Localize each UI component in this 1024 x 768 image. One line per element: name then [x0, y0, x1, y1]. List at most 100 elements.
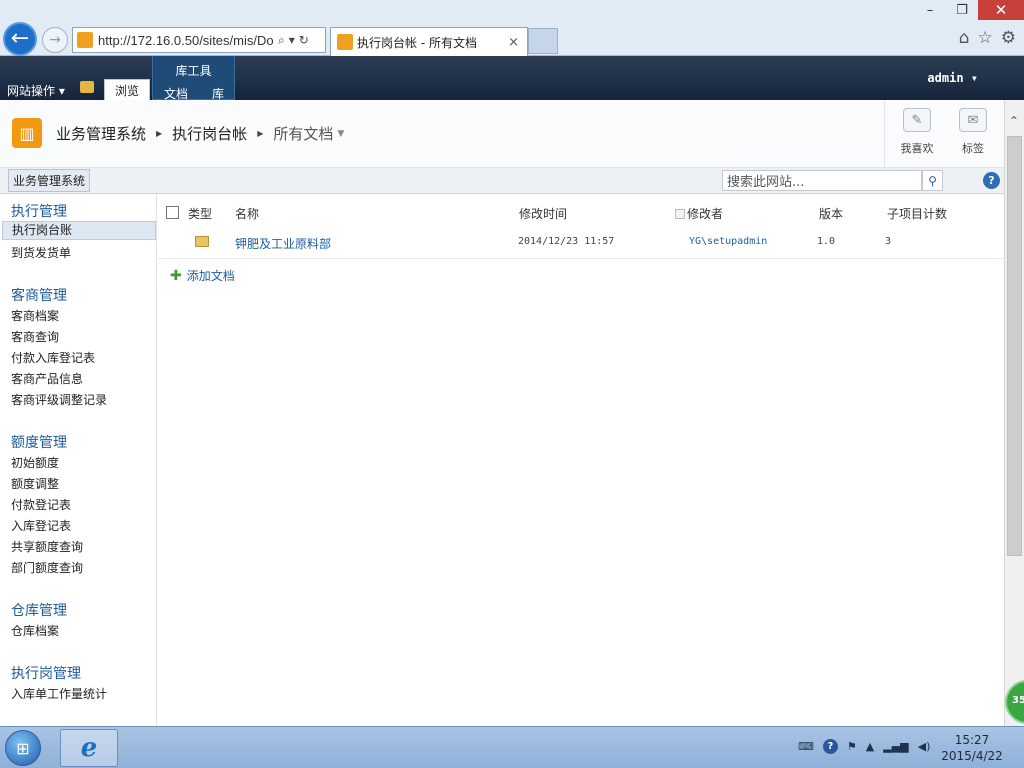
column-header-name[interactable]: 名称	[235, 205, 259, 222]
ql-item-execution-ledger[interactable]: 执行岗台账	[2, 221, 156, 240]
ql-item-rating-adjustments[interactable]: 客商评级调整记录	[11, 391, 107, 408]
ql-item-quota-adjust[interactable]: 额度调整	[11, 475, 59, 492]
scrollbar-thumb[interactable]	[1007, 136, 1022, 556]
refresh-icon[interactable]: ↻	[299, 33, 309, 48]
vertical-scrollbar[interactable]: ⌃	[1004, 100, 1024, 726]
scroll-up-icon[interactable]: ⌃	[1009, 114, 1019, 128]
clock-date: 2015/4/22	[941, 749, 1003, 763]
ql-heading-merchants[interactable]: 客商管理	[11, 285, 67, 305]
sharepoint-ribbon: 网站操作 ▾ 浏览 库工具 文档 库 admin ▾	[0, 56, 1024, 101]
ql-item-delivery-note[interactable]: 到货发货单	[11, 244, 71, 261]
i-like-it-label: 我喜欢	[900, 142, 934, 155]
forward-button[interactable]: →	[42, 27, 68, 53]
ql-heading-warehouse[interactable]: 仓库管理	[11, 600, 67, 620]
ie-taskbar-button[interactable]: e	[60, 729, 118, 767]
window-controls: – ❐ ✕	[914, 0, 1024, 20]
settings-gear-icon[interactable]: ⚙	[1001, 28, 1016, 48]
add-document-label: 添加文档	[186, 269, 235, 283]
volume-icon[interactable]: ◀)	[918, 740, 931, 753]
folder-icon	[195, 236, 209, 247]
browser-toolbar: – ❐ ✕ ← → http://172.16.0.50/sites/mis/D…	[0, 0, 1024, 56]
restore-button[interactable]: ❐	[946, 0, 978, 20]
favorites-star-icon[interactable]: ☆	[978, 28, 993, 48]
ql-item-merchant-query[interactable]: 客商查询	[11, 328, 59, 345]
address-text[interactable]: http://172.16.0.50/sites/mis/Do	[98, 33, 274, 48]
tray-flag-icon[interactable]: ⚑	[847, 740, 857, 753]
search-icon[interactable]: ⌕	[278, 33, 285, 48]
ql-item-payment-log[interactable]: 付款登记表	[11, 496, 71, 513]
show-hidden-icons-icon[interactable]: ▲	[866, 740, 874, 753]
back-button[interactable]: ←	[3, 22, 37, 56]
document-list: 类型 名称 修改时间 修改者 版本 子项目计数 钾肥及工业原料部 2014/12…	[158, 194, 1004, 726]
column-header-child-count[interactable]: 子项目计数	[887, 205, 947, 222]
address-bar[interactable]: http://172.16.0.50/sites/mis/Do ⌕ ▾ ↻	[72, 27, 326, 53]
library-tools-label: 库工具	[175, 64, 212, 78]
ql-item-merchant-archive[interactable]: 客商档案	[11, 307, 59, 324]
breadcrumb-list[interactable]: 执行岗台帐	[172, 123, 247, 144]
navigate-up-icon[interactable]	[80, 81, 94, 93]
system-clock[interactable]: 15:27 2015/4/22	[934, 732, 1010, 764]
ql-item-shared-quota[interactable]: 共享额度查询	[11, 538, 83, 555]
site-actions-menu[interactable]: 网站操作 ▾	[7, 82, 65, 99]
add-document-link[interactable]: ✚ 添加文档	[170, 267, 235, 284]
plus-icon: ✚	[170, 267, 182, 284]
column-header-type[interactable]: 类型	[188, 205, 212, 222]
search-icon: ⚲	[928, 173, 937, 188]
top-navigation: 业务管理系统 搜索此网站... ⚲ ?	[0, 168, 1004, 194]
ql-heading-execution[interactable]: 执行管理	[11, 201, 67, 221]
system-tray: ⌨ ? ⚑ ▲ ▂▄▆ ◀)	[798, 739, 930, 754]
internet-explorer-icon: e	[80, 733, 98, 763]
start-button[interactable]: ⊞	[5, 730, 41, 766]
ql-item-workload-stats[interactable]: 入库单工作量统计	[11, 685, 107, 702]
site-favicon-icon	[77, 32, 93, 48]
arrow-left-icon: ←	[10, 26, 30, 51]
view-dropdown-icon[interactable]: ▼	[337, 129, 344, 139]
table-row[interactable]: 钾肥及工业原料部 2014/12/23 11:57 YG\setupadmin …	[158, 227, 1004, 259]
help-tray-icon[interactable]: ?	[822, 739, 838, 754]
ql-item-merchant-products[interactable]: 客商产品信息	[11, 370, 83, 387]
taskbar: ⊞ e ⌨ ? ⚑ ▲ ▂▄▆ ◀) 15:27 2015/4/22	[0, 726, 1024, 768]
search-input[interactable]: 搜索此网站...	[722, 170, 922, 191]
ql-item-payment-register[interactable]: 付款入库登记表	[11, 349, 95, 366]
windows-logo-icon: ⊞	[16, 738, 30, 758]
home-icon[interactable]: ⌂	[959, 28, 970, 48]
browser-tab-active[interactable]: 执行岗台帐 - 所有文档 ×	[330, 27, 528, 56]
row-child-count: 3	[885, 236, 892, 247]
row-version: 1.0	[817, 236, 836, 247]
new-tab-button[interactable]	[528, 28, 558, 54]
breadcrumb-site[interactable]: 业务管理系统	[56, 123, 146, 144]
ql-heading-execution-post[interactable]: 执行岗管理	[11, 663, 81, 683]
ql-item-dept-quota[interactable]: 部门额度查询	[11, 559, 83, 576]
title-area: ▥ 业务管理系统 ▶ 执行岗台帐 ▶ 所有文档 ▼ ✎ 我喜欢 ✉ 标签	[0, 100, 1004, 168]
tab-browse[interactable]: 浏览	[104, 79, 150, 100]
user-menu[interactable]: admin ▾	[927, 71, 978, 85]
library-tools-group: 库工具 文档 库	[152, 56, 235, 101]
site-logo-icon[interactable]: ▥	[12, 118, 42, 148]
search-button[interactable]: ⚲	[922, 170, 943, 191]
keyboard-icon[interactable]: ⌨	[798, 740, 814, 753]
row-modified: 2014/12/23 11:57	[518, 236, 615, 247]
select-all-checkbox[interactable]	[166, 206, 179, 219]
tags-notes-button[interactable]: ✉ 标签	[945, 108, 1001, 156]
minimize-button[interactable]: –	[914, 0, 946, 20]
row-name-link[interactable]: 钾肥及工业原料部	[235, 235, 331, 252]
row-modified-by-link[interactable]: YG\setupadmin	[689, 236, 767, 247]
ql-item-initial-quota[interactable]: 初始额度	[11, 454, 59, 471]
dropdown-icon[interactable]: ▾	[289, 33, 295, 48]
column-header-modified-by[interactable]: 修改者	[675, 205, 723, 222]
column-header-version[interactable]: 版本	[819, 205, 843, 222]
tags-label: 标签	[962, 142, 984, 155]
help-icon[interactable]: ?	[983, 172, 1000, 189]
ql-item-warehouse-archive[interactable]: 仓库档案	[11, 622, 59, 639]
clock-time: 15:27	[954, 733, 990, 747]
topnav-home-link[interactable]: 业务管理系统	[8, 169, 91, 192]
breadcrumb-view[interactable]: 所有文档	[273, 123, 333, 144]
close-window-button[interactable]: ✕	[978, 0, 1024, 20]
i-like-it-button[interactable]: ✎ 我喜欢	[889, 108, 945, 156]
arrow-right-icon: →	[49, 32, 61, 48]
network-icon[interactable]: ▂▄▆	[883, 740, 908, 753]
ql-heading-quota[interactable]: 额度管理	[11, 432, 67, 452]
tab-close-icon[interactable]: ×	[508, 35, 527, 50]
column-header-modified[interactable]: 修改时间	[519, 205, 567, 222]
ql-item-inbound-log[interactable]: 入库登记表	[11, 517, 71, 534]
